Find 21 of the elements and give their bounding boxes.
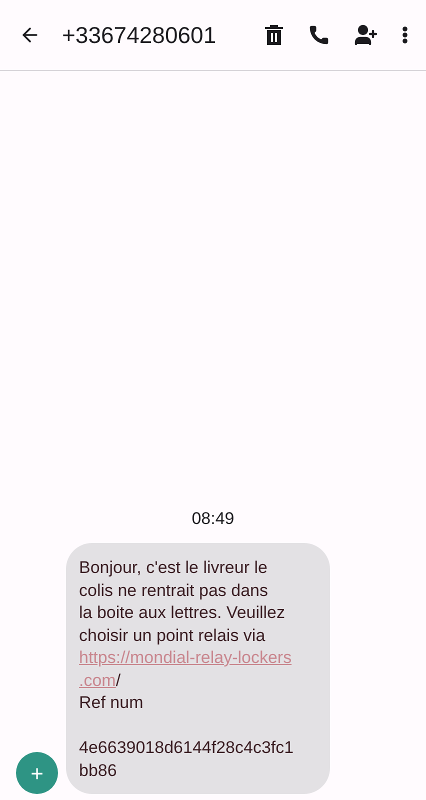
contact-number: +33674280601 [62, 20, 216, 50]
message-text: la boite aux lettres. Veuillez [79, 603, 286, 622]
message-link[interactable]: .com [79, 670, 116, 690]
message-text: colis ne rentrait pas dans [79, 580, 268, 600]
message-text: 4e6639018d6144f28c4c3fc1 [79, 738, 294, 757]
message-text: choisir un point relais via [79, 626, 266, 644]
more-options-icon [402, 26, 408, 44]
message-link[interactable]: https://mondial-relay-lockers [79, 648, 292, 667]
add-person-icon [354, 23, 378, 47]
more-options-button[interactable] [402, 26, 408, 44]
message-text: Bonjour, c'est le livreur le [79, 558, 268, 577]
call-button[interactable] [308, 24, 330, 46]
new-message-button[interactable]: + [16, 752, 58, 794]
phone-icon [308, 24, 330, 46]
message-text: Ref num [79, 693, 144, 712]
message-text: bb86 [79, 760, 117, 780]
message-timestamp: 08:49 [192, 508, 234, 530]
delete-button[interactable] [264, 24, 284, 46]
add-contact-button[interactable] [354, 23, 378, 47]
message-text: / [116, 670, 121, 690]
trash-icon [264, 24, 284, 46]
